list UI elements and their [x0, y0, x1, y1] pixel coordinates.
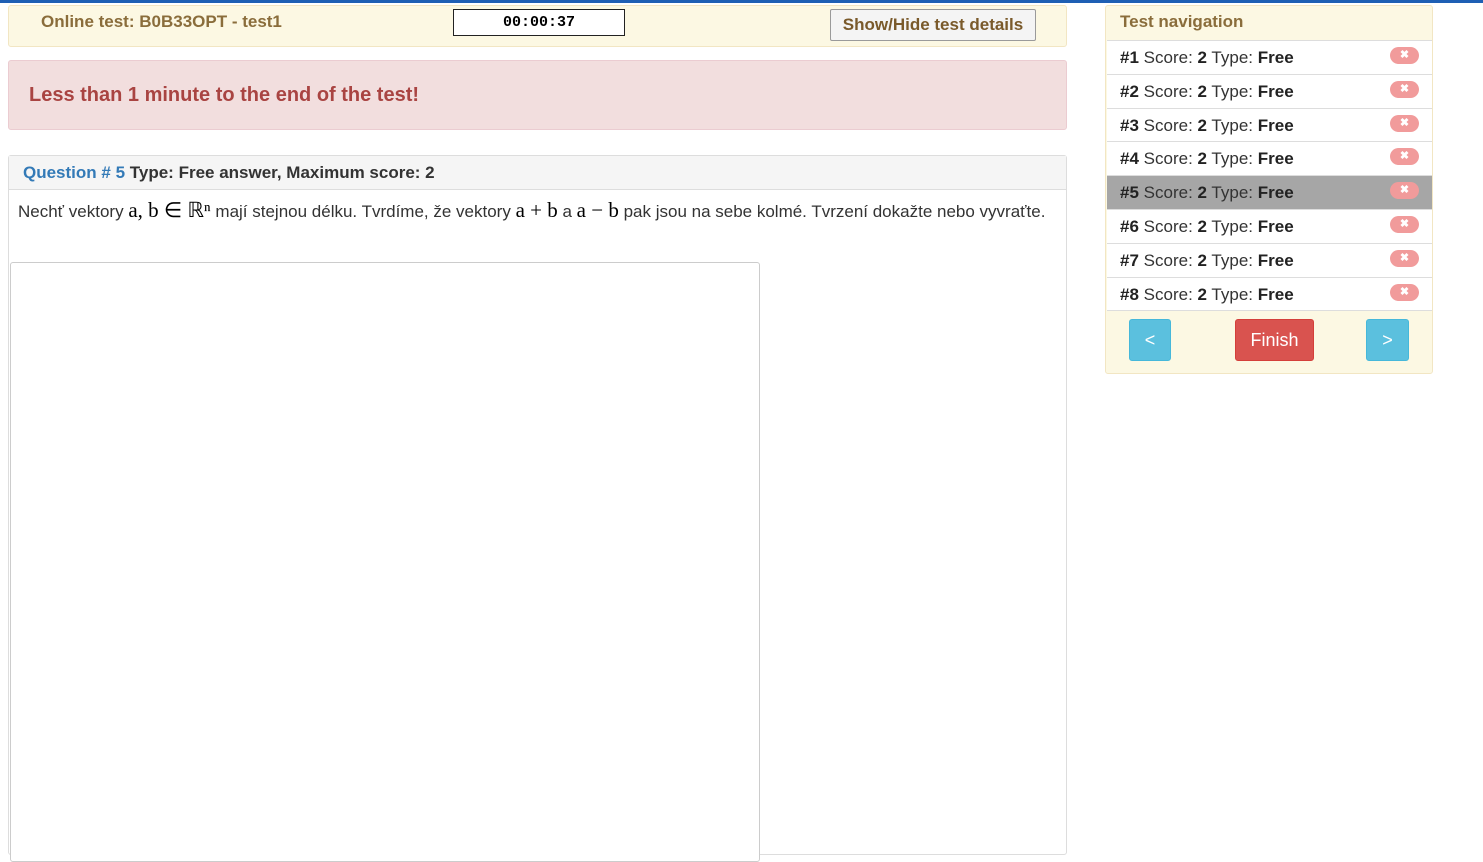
nav-item-type-label: Type: — [1211, 183, 1254, 203]
nav-item-type: Free — [1257, 81, 1294, 101]
nav-item-score: 2 — [1197, 81, 1207, 101]
unanswered-x-icon: ✖ — [1390, 114, 1419, 132]
math-expression: a − b — [576, 198, 619, 222]
nav-item-type-label: Type: — [1211, 81, 1254, 101]
nav-item-number: #4 — [1120, 149, 1139, 169]
question-text-part: pak jsou na sebe kolmé. Tvrzení dokažte … — [623, 202, 1046, 221]
nav-item-question-7[interactable]: #7 Score: 2 Type: Free ✖ — [1107, 243, 1432, 278]
alert-text: Less than 1 minute to the end of the tes… — [29, 84, 420, 106]
question-text-part: a — [562, 202, 572, 221]
nav-item-type: Free — [1257, 183, 1294, 203]
nav-item-type: Free — [1257, 115, 1294, 135]
question-text-part: mají stejnou délku. Tvrdíme, že vektory — [215, 202, 511, 221]
unanswered-x-icon: ✖ — [1390, 215, 1419, 233]
test-title: Online test: B0B33OPT - test1 — [41, 12, 282, 31]
previous-button[interactable]: < — [1129, 319, 1171, 361]
test-navigation-panel: Test navigation #1 Score: 2 Type: Free ✖ #… — [1105, 5, 1433, 374]
nav-item-score-label: Score: — [1143, 216, 1193, 236]
math-expression: a + b — [515, 198, 558, 222]
nav-item-score: 2 — [1197, 250, 1207, 270]
unanswered-x-icon: ✖ — [1390, 283, 1419, 301]
nav-item-score-label: Score: — [1143, 284, 1193, 304]
nav-item-type: Free — [1257, 216, 1294, 236]
next-button[interactable]: > — [1366, 319, 1409, 361]
unanswered-x-icon: ✖ — [1390, 182, 1419, 200]
nav-item-score-label: Score: — [1143, 250, 1193, 270]
show-hide-details-button[interactable]: Show/Hide test details — [830, 9, 1036, 41]
finish-button[interactable]: Finish — [1235, 319, 1314, 361]
math-expression: a, b ∈ ℝⁿ — [128, 198, 211, 222]
nav-item-type: Free — [1257, 284, 1294, 304]
nav-item-question-6[interactable]: #6 Score: 2 Type: Free ✖ — [1107, 209, 1432, 244]
unanswered-x-icon: ✖ — [1390, 80, 1419, 98]
unanswered-x-icon: ✖ — [1390, 148, 1419, 166]
question-heading: Question # 5 Type: Free answer, Maximum … — [9, 156, 1066, 190]
question-number: Question # 5 — [23, 163, 126, 182]
nav-item-number: #2 — [1120, 81, 1139, 101]
time-warning-alert: Less than 1 minute to the end of the tes… — [8, 60, 1067, 130]
nav-item-type-label: Type: — [1211, 250, 1254, 270]
question-panel: Question # 5 Type: Free answer, Maximum … — [8, 155, 1067, 862]
nav-item-score-label: Score: — [1143, 183, 1193, 203]
unanswered-x-icon: ✖ — [1390, 47, 1419, 64]
nav-item-question-4[interactable]: #4 Score: 2 Type: Free ✖ — [1107, 142, 1432, 177]
nav-item-question-5[interactable]: #5 Score: 2 Type: Free ✖ — [1107, 176, 1432, 210]
nav-item-score: 2 — [1197, 216, 1207, 236]
nav-item-score: 2 — [1197, 48, 1207, 67]
nav-item-number: #8 — [1120, 284, 1139, 304]
nav-item-question-1[interactable]: #1 Score: 2 Type: Free ✖ — [1107, 41, 1432, 75]
nav-item-number: #5 — [1120, 183, 1139, 203]
nav-item-type-label: Type: — [1211, 115, 1254, 135]
nav-item-type-label: Type: — [1211, 149, 1254, 169]
question-type: Type: Free answer, Maximum score: 2 — [129, 163, 435, 182]
question-list: #1 Score: 2 Type: Free ✖ #2 Score: 2 Type:… — [1107, 40, 1432, 312]
nav-item-score: 2 — [1197, 149, 1207, 169]
nav-item-score-label: Score: — [1143, 81, 1193, 101]
nav-item-type-label: Type: — [1211, 284, 1254, 304]
nav-item-number: #6 — [1120, 216, 1139, 236]
nav-item-question-2[interactable]: #2 Score: 2 Type: Free ✖ — [1107, 74, 1432, 109]
nav-item-score-label: Score: — [1143, 115, 1193, 135]
unanswered-x-icon: ✖ — [1390, 249, 1419, 267]
navigation-title: Test navigation — [1120, 12, 1244, 31]
countdown-timer: 00:00:37 — [453, 9, 625, 36]
nav-item-type-label: Type: — [1211, 216, 1254, 236]
nav-item-question-8[interactable]: #8 Score: 2 Type: Free ✖ — [1107, 277, 1432, 312]
question-text: Nechť vektory a, b ∈ ℝⁿ mají stejnou dél… — [18, 198, 1063, 224]
nav-item-score: 2 — [1197, 115, 1207, 135]
nav-item-type: Free — [1257, 250, 1294, 270]
nav-item-score: 2 — [1197, 183, 1207, 203]
nav-item-score: 2 — [1197, 284, 1207, 304]
test-header: Online test: B0B33OPT - test1 00:00:37 S… — [8, 5, 1067, 47]
nav-item-type: Free — [1257, 149, 1294, 169]
nav-item-number: #3 — [1120, 115, 1139, 135]
nav-item-question-3[interactable]: #3 Score: 2 Type: Free ✖ — [1107, 108, 1432, 143]
nav-item-type: Free — [1257, 48, 1294, 67]
nav-item-score-label: Score: — [1143, 48, 1193, 67]
nav-item-number: #7 — [1120, 250, 1139, 270]
answer-textarea[interactable] — [10, 262, 760, 862]
nav-item-type-label: Type: — [1211, 48, 1254, 67]
nav-item-number: #1 — [1120, 48, 1139, 67]
question-text-part: Nechť vektory — [18, 202, 124, 221]
nav-item-score-label: Score: — [1143, 149, 1193, 169]
top-accent-line — [0, 0, 1483, 3]
